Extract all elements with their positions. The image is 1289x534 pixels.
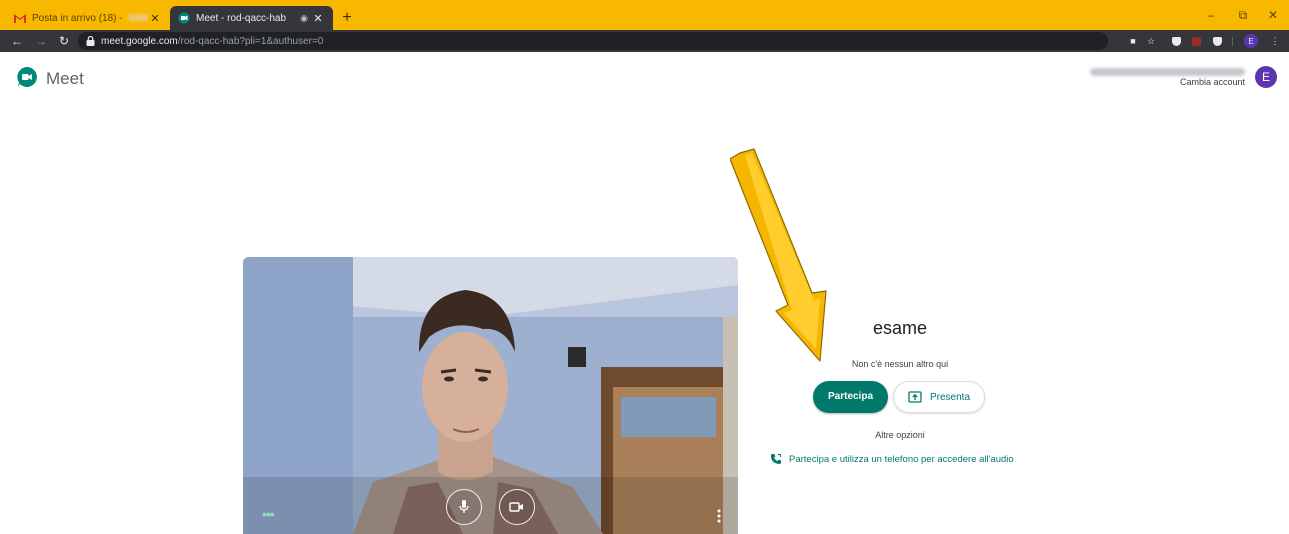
url-path: /rod-qacc-hab?pli=1&authuser=0 [177,35,324,47]
toolbar-divider [1232,37,1233,46]
meet-logo-icon [17,67,37,87]
close-tab-icon[interactable]: ✕ [311,12,325,25]
more-vert-icon[interactable] [716,508,722,524]
url-host: meet.google.com [101,35,178,47]
present-screen-icon [908,391,922,403]
shield-extension-icon-2[interactable] [1213,37,1222,46]
recording-indicator-icon: ◉ [300,12,308,23]
microphone-button[interactable] [446,489,482,525]
tab-gmail[interactable]: Posta in arrivo (18) - ✕ [6,6,170,30]
join-by-phone-link[interactable]: Partecipa e utilizza un telefono per acc… [770,453,1014,465]
video-preview [243,257,738,534]
meet-icon [178,12,190,24]
pdf-extension-icon[interactable] [1192,37,1201,46]
address-bar[interactable]: meet.google.com/rod-qacc-hab?pli=1&authu… [78,32,1108,50]
close-tab-icon[interactable]: ✕ [148,12,162,25]
present-button-label: Presenta [929,391,971,403]
tab-gmail-title: Posta in arrivo (18) - [32,12,126,24]
blurred-email [128,14,148,22]
star-icon[interactable]: ☆ [1144,34,1158,48]
tab-meet-title: Meet - rod-qacc-hab [196,12,287,24]
more-options-heading: Altre opzioni [875,430,925,440]
switch-account-link[interactable]: Cambia account [1180,77,1245,87]
camera-permission-icon[interactable]: ■ [1126,34,1140,48]
avatar[interactable]: E [1255,66,1277,88]
browser-toolbar: ← → ↻ meet.google.com/rod-qacc-hab?pli=1… [0,30,1289,52]
more-horiz-icon[interactable]: ••• [262,507,275,521]
close-window-button[interactable]: ✕ [1258,5,1288,25]
back-icon[interactable]: ← [8,32,26,50]
join-by-phone-label: Partecipa e utilizza un telefono per acc… [789,453,1014,465]
shield-extension-icon[interactable] [1172,37,1181,46]
phone-icon [771,454,781,464]
forward-icon[interactable]: → [32,32,50,50]
lock-icon [86,36,95,46]
microphone-icon [459,500,469,513]
annotation-arrow-icon [730,148,827,362]
tab-meet[interactable]: Meet - rod-qacc-hab ◉ ✕ [170,6,333,30]
participants-status: Non c'è nessun altro qui [851,359,949,369]
menu-dots-icon[interactable]: ⋮ [1268,34,1282,48]
gmail-icon [14,12,26,24]
meeting-title: esame [872,318,928,338]
page: Posta in arrivo (18) - ✕ Meet - rod-qacc… [0,0,1289,534]
reload-icon[interactable]: ↻ [55,32,73,50]
blurred-account-email [1090,68,1245,76]
camera-button[interactable] [499,489,535,525]
profile-icon[interactable]: E [1244,34,1258,48]
join-button[interactable]: Partecipa [813,381,888,413]
camera-icon [509,502,523,512]
restore-button[interactable]: ⧉ [1228,5,1258,25]
new-tab-button[interactable]: + [338,9,356,27]
present-button[interactable]: Presenta [893,381,985,413]
minimize-button[interactable]: – [1196,5,1226,25]
camera-feed-image [243,257,738,534]
app-name: Meet [46,69,84,88]
browser-tabbar: Posta in arrivo (18) - ✕ Meet - rod-qacc… [0,0,1289,30]
